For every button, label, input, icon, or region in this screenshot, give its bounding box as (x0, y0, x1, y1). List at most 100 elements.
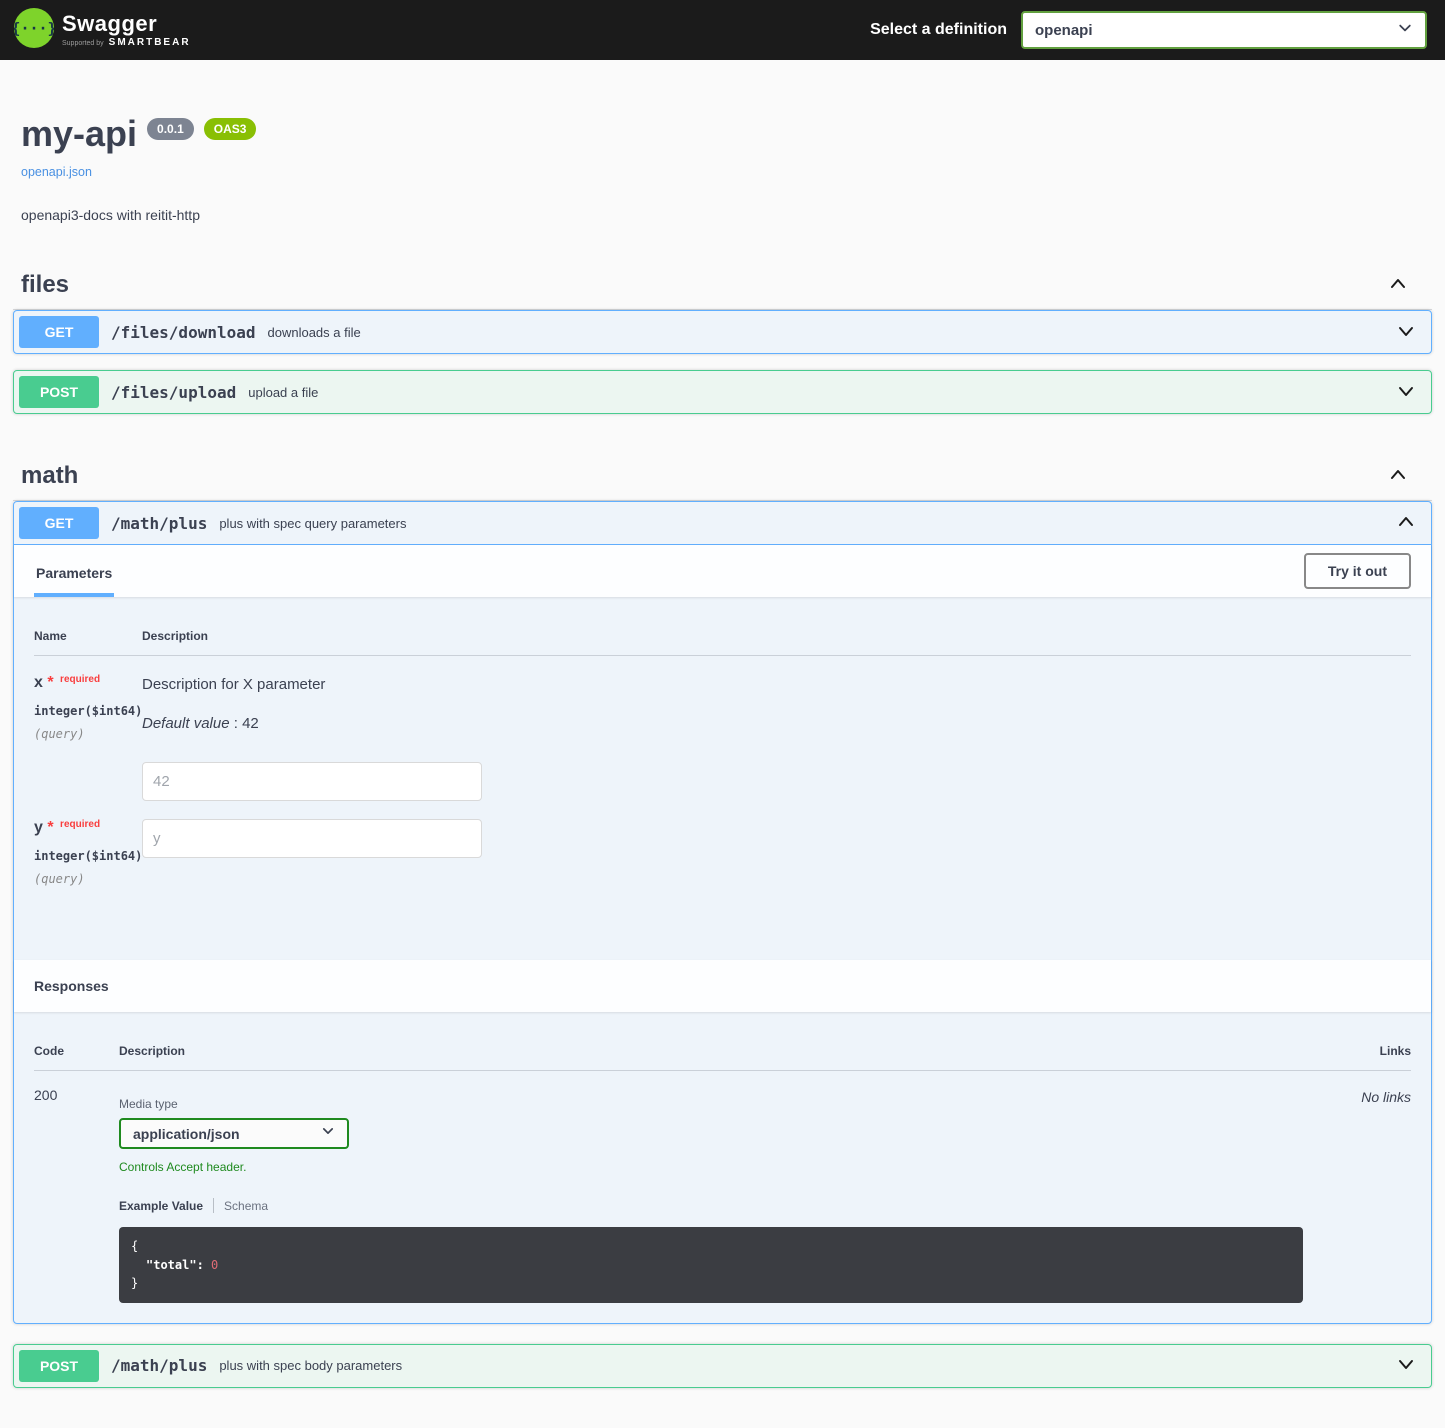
param-x-input[interactable] (142, 762, 482, 801)
required-star: * (47, 674, 53, 691)
topbar: {···} Swagger Supported by SMARTBEAR Sel… (0, 0, 1445, 60)
parameters-header: Parameters Try it out (14, 545, 1431, 597)
chevron-down-icon (1396, 1354, 1416, 1377)
chevron-down-icon (1396, 321, 1416, 344)
required-label: required (58, 674, 100, 685)
definition-select-value: openapi (1035, 22, 1093, 39)
chevron-up-icon (1388, 274, 1408, 297)
spec-link[interactable]: openapi.json (21, 165, 92, 179)
name-column-header: Name (34, 629, 142, 643)
param-description: Description for X parameter (142, 676, 1411, 693)
tab-schema[interactable]: Schema (224, 1199, 268, 1213)
tag-section-files: files GET /files/download downloads a fi… (13, 261, 1432, 414)
main-content: my-api 0.0.1 OAS3 openapi.json openapi3-… (0, 60, 1445, 1428)
chevron-down-icon (1396, 381, 1416, 404)
opblock-get-math-plus: GET /math/plus plus with spec query para… (13, 501, 1432, 1324)
expand-operation-button[interactable] (1386, 381, 1426, 404)
required-star: * (47, 819, 53, 836)
param-location: (query) (34, 727, 142, 741)
op-path: /math/plus (111, 514, 207, 533)
code-column-header: Code (34, 1044, 119, 1058)
opblock-post-files-upload: POST /files/upload upload a file (13, 370, 1432, 414)
code-line: "total": 0 (131, 1256, 1291, 1275)
code-line: { (131, 1237, 1291, 1256)
expand-operation-button[interactable] (1386, 1354, 1426, 1377)
method-badge-get: GET (19, 316, 99, 348)
opblock-body: Parameters Try it out Name Description x (14, 545, 1431, 1323)
op-summary-text: upload a file (248, 385, 318, 400)
responses-title: Responses (34, 978, 109, 994)
tag-header-files[interactable]: files (13, 261, 1432, 310)
opblock-summary-files-upload[interactable]: POST /files/upload upload a file (14, 371, 1431, 413)
chevron-down-icon (1397, 20, 1413, 41)
collapse-files-button[interactable] (1372, 274, 1424, 297)
chevron-down-icon (321, 1124, 335, 1143)
collapse-operation-button[interactable] (1386, 512, 1426, 535)
brand-smartbear: SMARTBEAR (109, 38, 191, 48)
api-title-text: my-api (21, 112, 137, 155)
chevron-up-icon (1388, 465, 1408, 488)
expand-operation-button[interactable] (1386, 321, 1426, 344)
api-description: openapi3-docs with reitit-http (21, 207, 1424, 223)
opblock-post-math-plus: POST /math/plus plus with spec body para… (13, 1344, 1432, 1388)
param-row-y: y * required integer($int64) (query) (34, 801, 1411, 886)
op-path: /math/plus (111, 1356, 207, 1375)
op-summary-text: downloads a file (268, 325, 361, 340)
chevron-up-icon (1396, 512, 1416, 535)
bottom-spacer (13, 1404, 1432, 1428)
collapse-math-button[interactable] (1372, 465, 1424, 488)
param-location: (query) (34, 872, 142, 886)
param-name: y * required (34, 819, 142, 837)
param-type: integer($int64) (34, 704, 142, 718)
page-title: my-api 0.0.1 OAS3 (21, 112, 1424, 155)
opblock-summary-math-plus-get[interactable]: GET /math/plus plus with spec query para… (14, 502, 1431, 545)
param-y-input[interactable] (142, 819, 482, 858)
op-summary-text: plus with spec body parameters (219, 1358, 402, 1373)
op-path: /files/upload (111, 383, 236, 402)
opblock-summary-files-download[interactable]: GET /files/download downloads a file (14, 311, 1431, 353)
tag-section-math: math GET /math/plus plus with spec query… (13, 452, 1432, 1388)
tab-divider (213, 1198, 214, 1213)
tag-header-math[interactable]: math (13, 452, 1432, 501)
select-definition-label: Select a definition (870, 21, 1007, 39)
param-row-x: x * required integer($int64) (query) Des… (34, 656, 1411, 801)
definition-select[interactable]: openapi (1021, 11, 1427, 49)
op-summary-text: plus with spec query parameters (219, 516, 406, 531)
responses-header: Responses (14, 960, 1431, 1012)
parameters-table: Name Description x * required integer($i… (14, 597, 1431, 960)
tab-example-value[interactable]: Example Value (119, 1199, 203, 1213)
tag-title-files: files (21, 271, 69, 299)
opblock-get-files-download: GET /files/download downloads a file (13, 310, 1432, 354)
method-badge-get: GET (19, 507, 99, 539)
required-label: required (58, 819, 100, 830)
example-tabs: Example Value Schema (119, 1198, 1319, 1213)
media-type-label: Media type (119, 1097, 1319, 1111)
svg-text:{···}: {···} (14, 19, 54, 37)
brand-supported-by: Supported by (62, 40, 104, 47)
try-it-out-button[interactable]: Try it out (1304, 553, 1411, 589)
response-links: No links (1319, 1087, 1411, 1303)
swagger-logo-icon: {···} (14, 8, 54, 53)
response-row-200: 200 Media type application/json Controls… (34, 1071, 1411, 1303)
accept-header-note: Controls Accept header. (119, 1160, 1319, 1174)
param-name: x * required (34, 674, 142, 692)
swagger-logo[interactable]: {···} Swagger Supported by SMARTBEAR (14, 8, 191, 53)
code-line: } (131, 1274, 1291, 1293)
links-column-header: Links (1319, 1044, 1411, 1058)
op-path: /files/download (111, 323, 256, 342)
param-default: Default value : 42 (142, 715, 1411, 732)
media-type-value: application/json (133, 1126, 240, 1142)
method-badge-post: POST (19, 1350, 99, 1382)
response-code: 200 (34, 1087, 119, 1303)
version-badge: 0.0.1 (147, 118, 194, 140)
media-type-select[interactable]: application/json (119, 1118, 349, 1149)
api-info: my-api 0.0.1 OAS3 openapi.json openapi3-… (13, 60, 1432, 223)
brand-name: Swagger (62, 13, 191, 35)
tab-parameters[interactable]: Parameters (34, 550, 114, 597)
method-badge-post: POST (19, 376, 99, 408)
opblock-summary-math-plus-post[interactable]: POST /math/plus plus with spec body para… (14, 1345, 1431, 1387)
description-column-header: Description (119, 1044, 1319, 1058)
param-type: integer($int64) (34, 849, 142, 863)
oas-badge: OAS3 (204, 118, 257, 140)
responses-table: Code Description Links 200 Media type ap… (14, 1012, 1431, 1323)
